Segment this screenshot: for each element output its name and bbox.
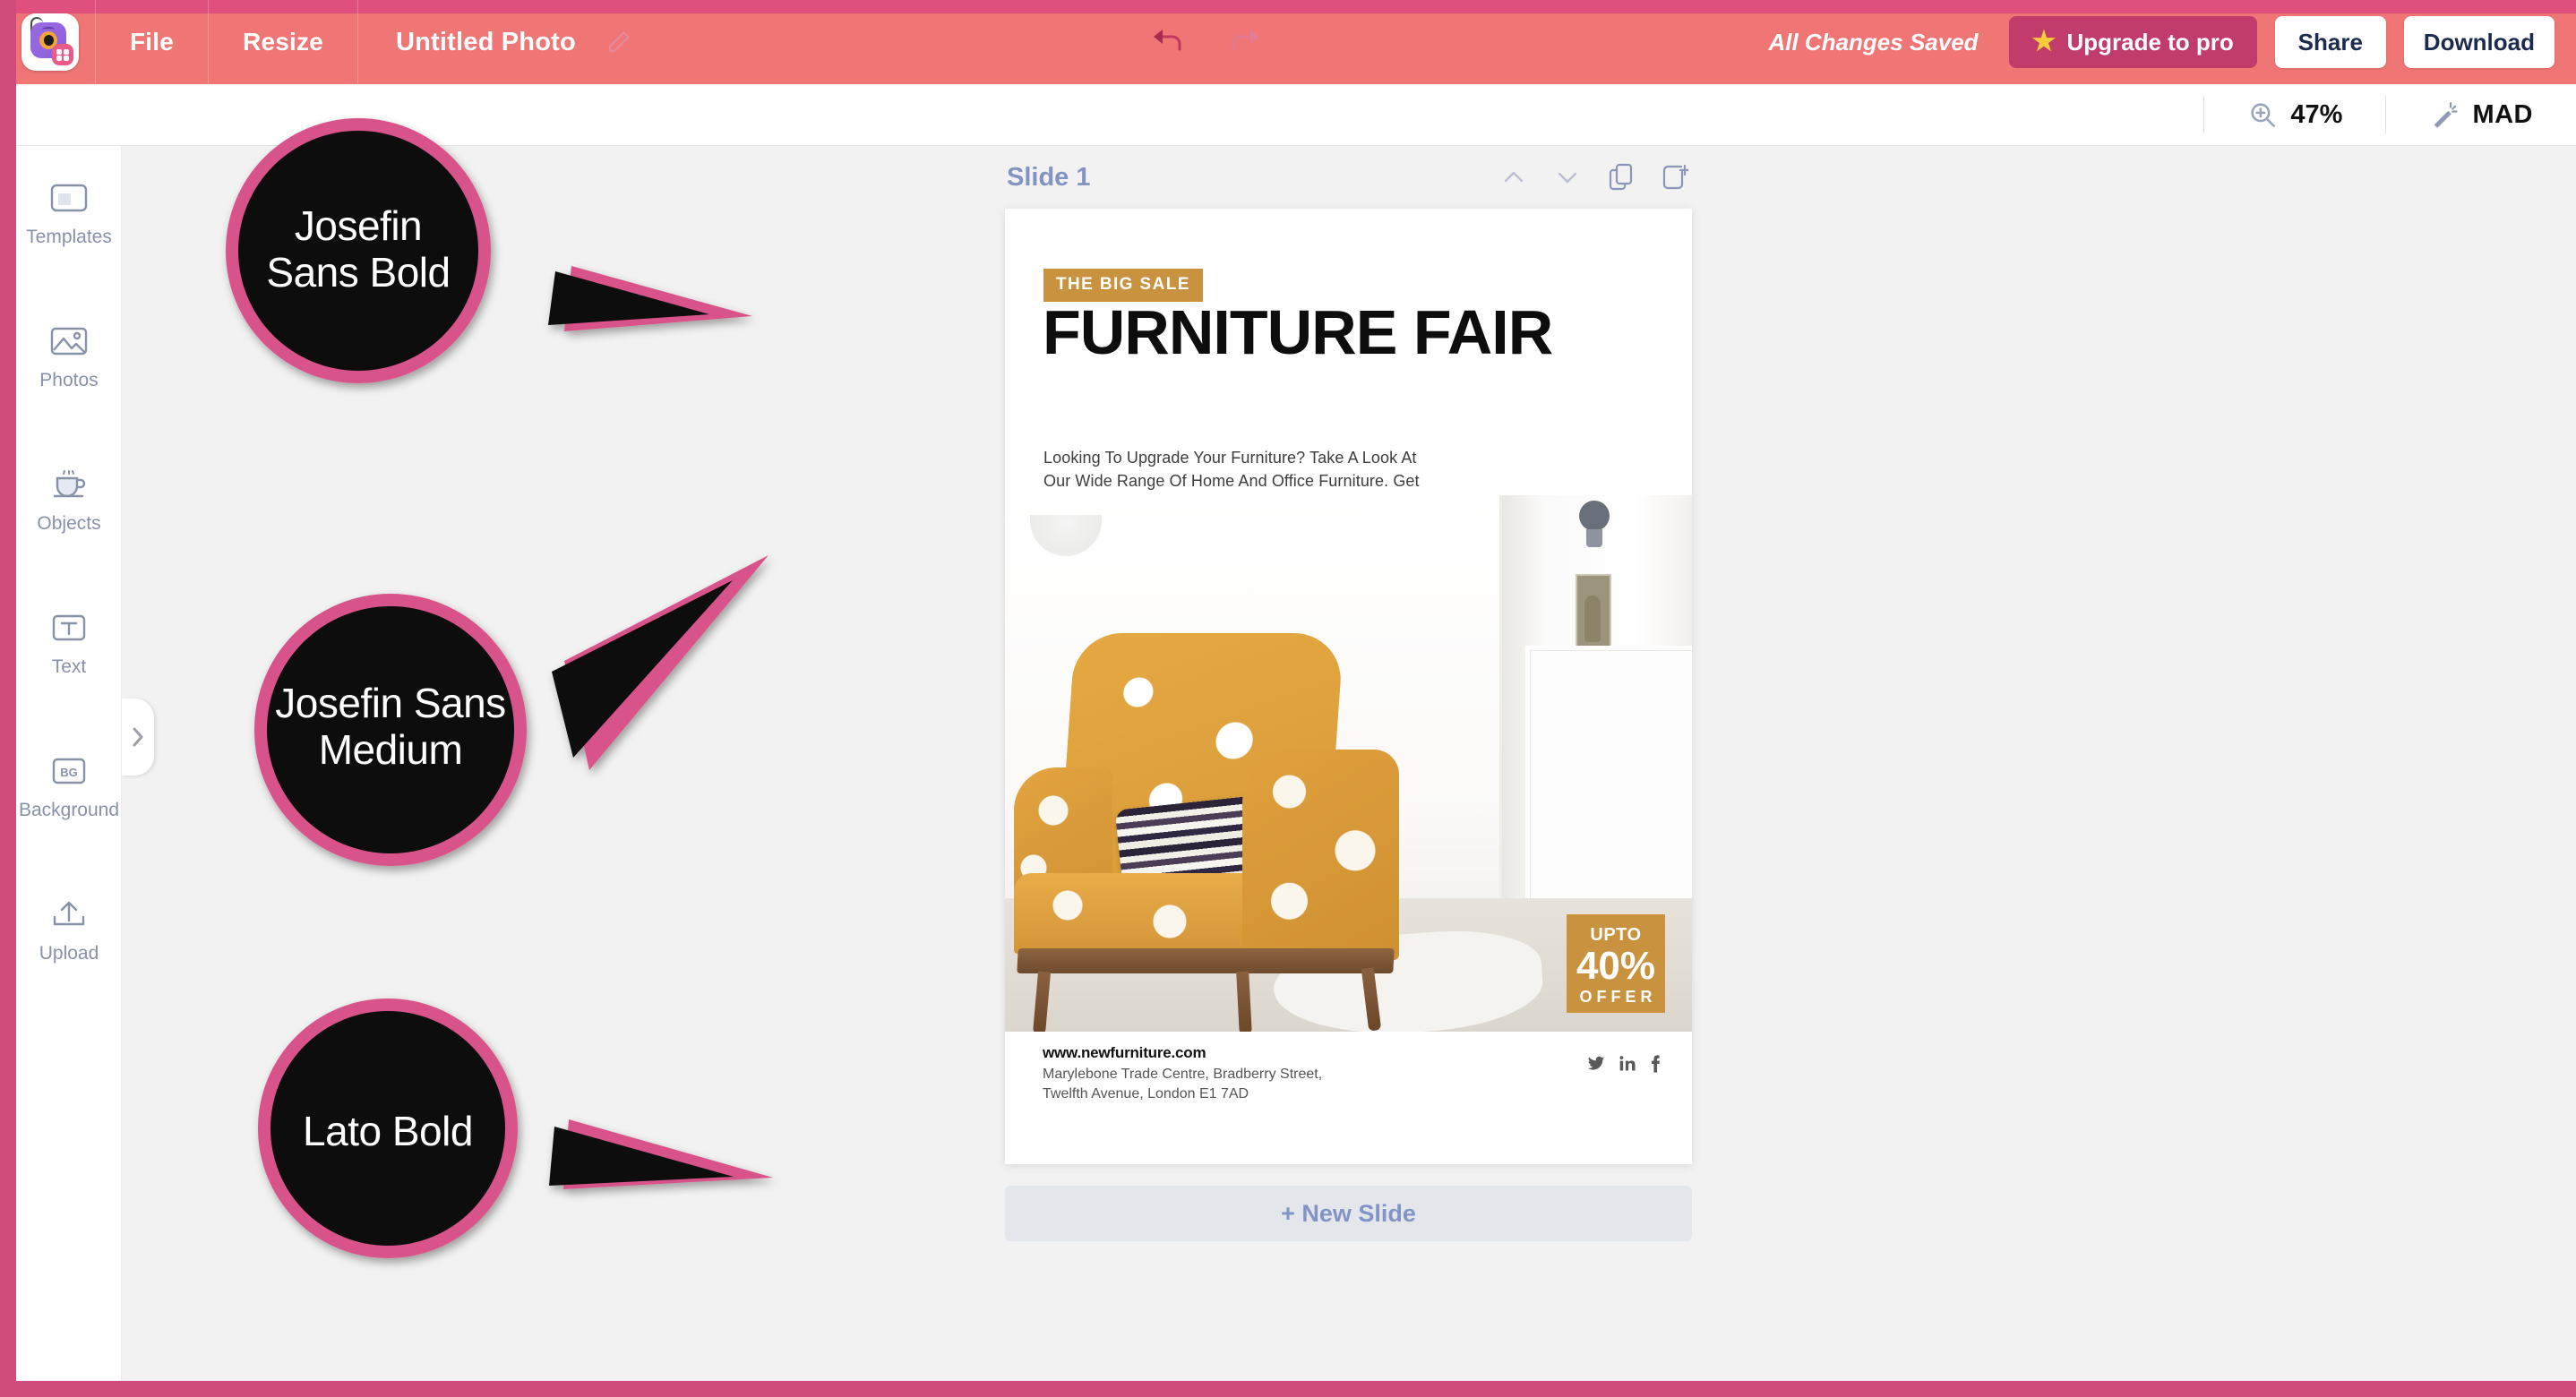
sidebar-item-upload[interactable]: Upload [16,882,122,1025]
sidebar-item-background[interactable]: BG Background [16,739,122,882]
slide-label: Slide 1 [1007,162,1091,192]
linkedin-icon[interactable] [1619,1055,1636,1077]
social-icons [1586,1055,1662,1077]
upload-icon [49,895,89,934]
twitter-icon[interactable] [1586,1055,1606,1077]
offer-word: OFFER [1579,987,1657,1006]
callout-bubble-shape [226,118,752,383]
upgrade-to-pro-button[interactable]: ★ Upgrade to pro [2008,16,2257,68]
poster-footer: www.newfurniture.com Marylebone Trade Ce… [1005,1032,1692,1164]
new-slide-button[interactable]: + New Slide [1005,1186,1692,1241]
left-sidebar: Templates Photos Objects Text BG Backgro… [16,146,122,1381]
move-slide-up-button[interactable] [1498,162,1529,193]
download-button[interactable]: Download [2403,16,2555,68]
website-url: www.newfurniture.com [1043,1044,1206,1061]
mad-label: MAD [2472,99,2533,129]
undo-button[interactable] [1126,0,1206,84]
sidebar-item-templates[interactable]: Templates [16,166,122,309]
share-button[interactable]: Share [2274,16,2386,68]
app-frame: File Resize Untitled Photo All Changes S… [0,0,2576,1397]
app-window: File Resize Untitled Photo All Changes S… [16,0,2576,1381]
coffee-cup-icon [49,465,89,504]
sidebar-item-photos[interactable]: Photos [16,309,122,452]
upgrade-label: Upgrade to pro [2066,28,2234,56]
offer-upto-label: UPTO [1590,924,1642,945]
slide-container: Slide 1 THE BIG SALE FURNITURE FAIR Look… [1005,146,1692,1241]
zoom-level-value: 47% [2290,99,2343,129]
chevron-right-icon [133,727,143,747]
sidebar-label-objects: Objects [37,513,101,534]
callout-bubble-shape [254,555,769,866]
duplicate-icon [1609,163,1633,191]
chevron-up-icon [1504,171,1524,183]
panel-expand-toggle[interactable] [122,698,154,776]
menu-resize[interactable]: Resize [209,0,357,84]
sidebar-label-photos: Photos [39,370,99,390]
photos-icon [49,321,89,361]
sidebar-label-background: Background [18,800,120,820]
offer-percent: 40% [1576,943,1656,988]
text-icon [49,608,89,647]
add-page-icon [1662,164,1688,190]
chevron-down-icon [1558,172,1577,184]
add-slide-button[interactable] [1660,162,1690,193]
svg-text:BG: BG [60,766,78,779]
poster-photo-armchair: UPTO 40% OFFER [1005,495,1692,1033]
sidebar-label-upload: Upload [39,943,99,964]
duplicate-slide-button[interactable] [1606,162,1636,193]
callout-josefin-sans-medium: Josefin Sans Medium [231,555,795,887]
top-toolbar: File Resize Untitled Photo All Changes S… [16,0,2576,84]
callout-josefin-sans-bold: Josefin Sans Bold [215,103,752,399]
facebook-icon[interactable] [1649,1055,1662,1077]
background-icon: BG [49,751,89,791]
armchair-illustration [1014,633,1462,1033]
sidebar-item-objects[interactable]: Objects [16,452,122,596]
move-slide-down-button[interactable] [1552,162,1583,193]
sidebar-label-text: Text [51,656,87,677]
slide-header: Slide 1 [1005,146,1692,209]
poster-headline: FURNITURE FAIR [1043,297,1553,367]
app-logo-button[interactable] [21,13,79,71]
rename-pencil-icon[interactable] [594,0,644,84]
mad-button[interactable]: MAD [2386,84,2576,146]
sidebar-item-text[interactable]: Text [16,596,122,739]
zoom-in-icon [2251,103,2276,128]
camera-eye-icon [27,17,73,65]
callout-bubble-shape [258,998,773,1258]
callout-lato-bold: Lato Bold [236,985,791,1290]
star-icon: ★ [2031,27,2057,56]
templates-icon [49,178,89,218]
address-text: Marylebone Trade Centre, Bradberry Stree… [1043,1067,1323,1101]
zoom-control[interactable]: 47% [2204,84,2385,146]
save-status: All Changes Saved [1768,28,1979,56]
offer-badge: UPTO 40% OFFER [1567,914,1665,1013]
menu-file[interactable]: File [96,0,208,84]
magic-wand-icon [2434,102,2459,128]
sidebar-label-templates: Templates [26,227,112,247]
document-title[interactable]: Untitled Photo [358,0,594,84]
poster-canvas[interactable]: THE BIG SALE FURNITURE FAIR Looking To U… [1005,209,1692,1164]
redo-button[interactable] [1206,0,1287,84]
